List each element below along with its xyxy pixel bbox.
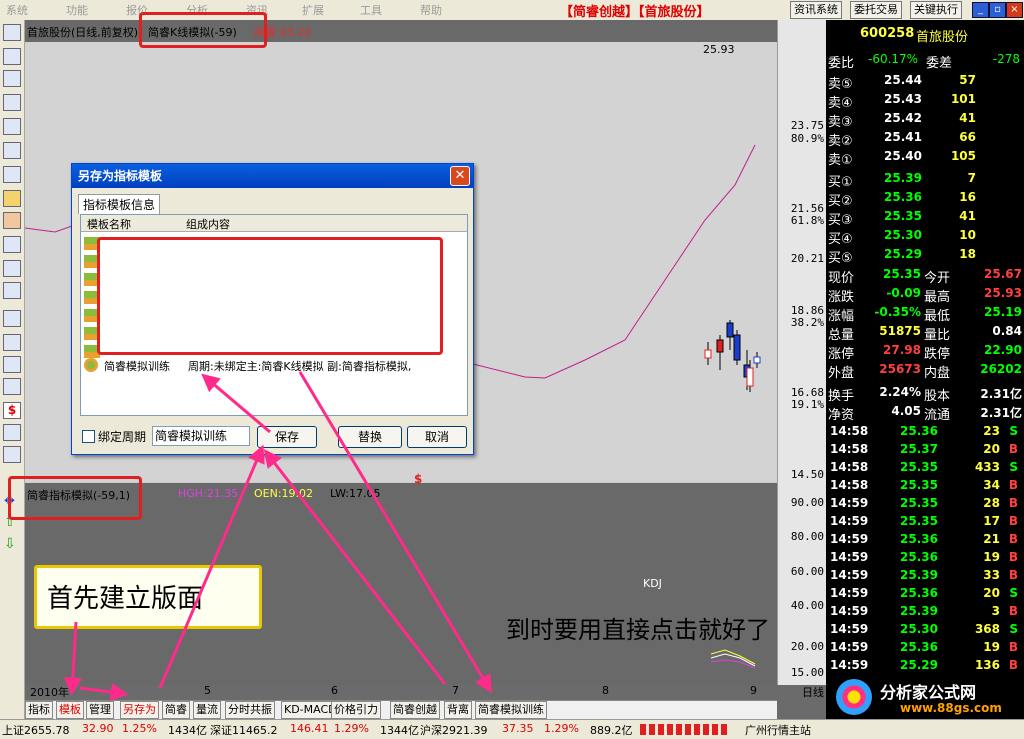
annotation-arrows (63, 371, 492, 702)
